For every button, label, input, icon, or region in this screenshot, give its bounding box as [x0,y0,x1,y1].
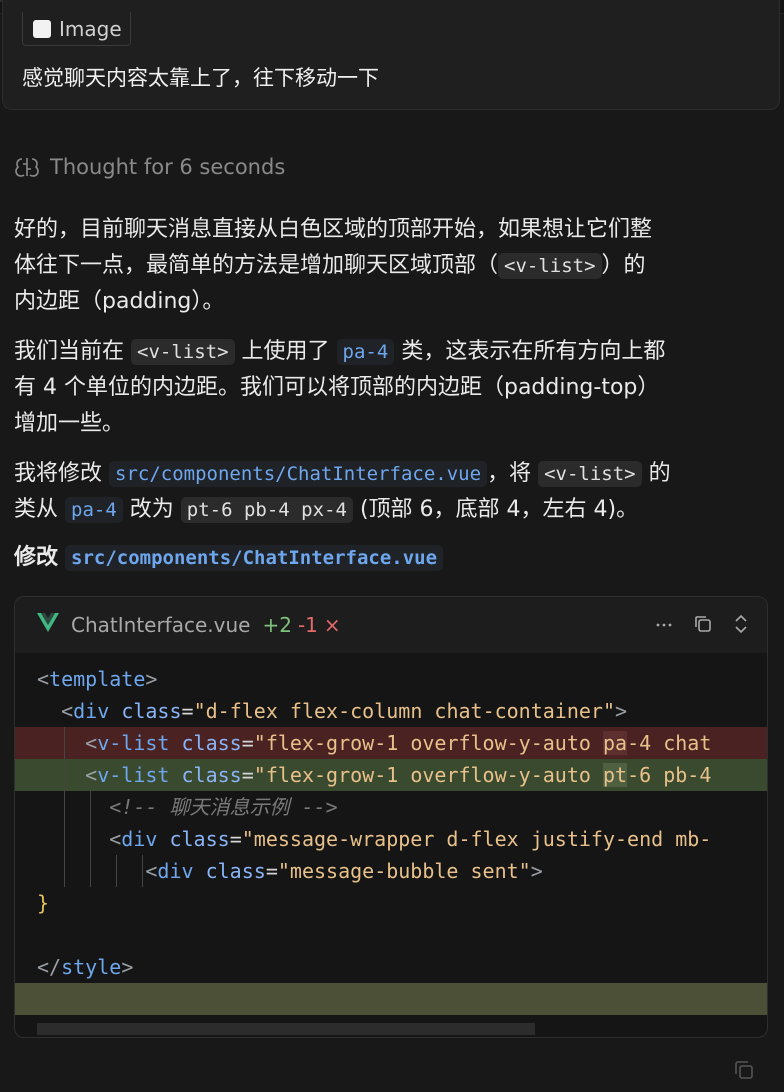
code-line-7: <div class="message-bubble sent"> [15,855,767,887]
user-message: Image 感觉聊天内容太靠上了，往下移动一下 [2,0,780,110]
reply-p1-line2-b: ）的 [601,253,646,278]
code-filename[interactable]: ChatInterface.vue [71,613,250,637]
reply-p3-line1-b: ，将 [487,461,532,486]
reply-p2-line1-b: 上使用了 [241,339,330,364]
vue-icon [37,612,59,638]
code-line-11-added [15,983,767,1015]
inline-code-new-classes: pt-6 pb-4 px-4 [180,497,353,523]
inline-code-vlist: <v-list> [131,339,235,365]
reply-p1-line2-a: 体往下一点，最简单的方法是增加聊天区域顶部（ [14,253,499,278]
reply-paragraph-2: 我们当前在 <v-list> 上使用了 pa-4 类，这表示在所有方向上都 有 … [14,334,772,442]
image-attachment-label: Image [59,16,122,41]
reply-paragraph-3: 我将修改 src/components/ChatInterface.vue ，将 … [14,456,772,528]
more-icon[interactable] [655,615,673,639]
edit-heading: 修改 src/components/ChatInterface.vue [14,540,772,576]
code-line-1: <template> [37,667,158,691]
code-line-added: <v-list class="flex-grow-1 overflow-y-au… [15,759,767,791]
edit-heading-path[interactable]: src/components/ChatInterface.vue [65,545,444,571]
inline-code-pa4: pa-4 [65,497,123,523]
copy-icon[interactable] [693,614,713,639]
code-line-5: <!-- 聊天消息示例 --> [15,791,767,823]
brain-icon [14,155,40,179]
reply-p3-line1-c: 的 [648,461,671,486]
horizontal-scrollbar[interactable] [37,1023,535,1035]
reply-p3-line1-a: 我将修改 [14,461,103,486]
file-path-link[interactable]: src/components/ChatInterface.vue [109,461,488,487]
reply-p2-line2: 有 4 个单位的内边距。我们可以将顶部的内边距（padding-top） [14,375,660,400]
deletions-count: -1 [297,613,318,637]
reply-p2-line1-a: 我们当前在 [14,339,125,364]
inline-code-pa4: pa-4 [336,339,395,365]
reply-paragraph-1: 好的，目前聊天消息直接从白色区域的顶部开始，如果想让它们整 体往下一点，最简单的… [14,212,772,320]
edit-heading-prefix: 修改 [14,545,59,570]
code-line-2: <div class="d-flex flex-column chat-cont… [61,699,628,723]
reject-change-button[interactable]: × [324,613,341,637]
code-body: <template> <div class="d-flex flex-colum… [15,663,767,1015]
reply-p3-line2-c: (顶部 6，底部 4，左右 4)。 [359,497,639,522]
user-message-text: 感觉聊天内容太靠上了，往下移动一下 [22,66,379,90]
reply-p3-line2-b: 改为 [129,497,174,522]
image-thumbnail-icon [33,19,51,38]
expand-icon[interactable] [733,613,749,640]
reply-p2-line3: 增加一些。 [14,411,125,436]
code-line-10: </style> [37,955,134,979]
reply-p2-line1-c: 类，这表示在所有方向上都 [401,339,666,364]
reply-p1-line3: 内边距（padding）。 [14,289,225,314]
code-line-8: } [37,891,50,915]
image-attachment-chip[interactable]: Image [22,12,131,46]
code-line-6: <div class="message-wrapper d-flex justi… [15,823,767,855]
reply-p3-line2-a: 类从 [14,497,59,522]
reply-p1-line1: 好的，目前聊天消息直接从白色区域的顶部开始，如果想让它们整 [14,217,653,242]
inline-code-vlist: <v-list> [538,461,642,487]
copy-icon[interactable] [732,1058,756,1086]
additions-count: +2 [262,613,292,637]
thought-label: Thought for 6 seconds [50,155,286,179]
code-card-header: ChatInterface.vue +2 -1 × [15,597,767,653]
inline-code-vlist: <v-list> [498,253,602,279]
code-card-actions [655,613,749,640]
code-diff-card: ChatInterface.vue +2 -1 × <template> <di… [14,596,768,1038]
thought-indicator[interactable]: Thought for 6 seconds [14,155,285,179]
code-line-deleted: <v-list class="flex-grow-1 overflow-y-au… [15,727,767,759]
